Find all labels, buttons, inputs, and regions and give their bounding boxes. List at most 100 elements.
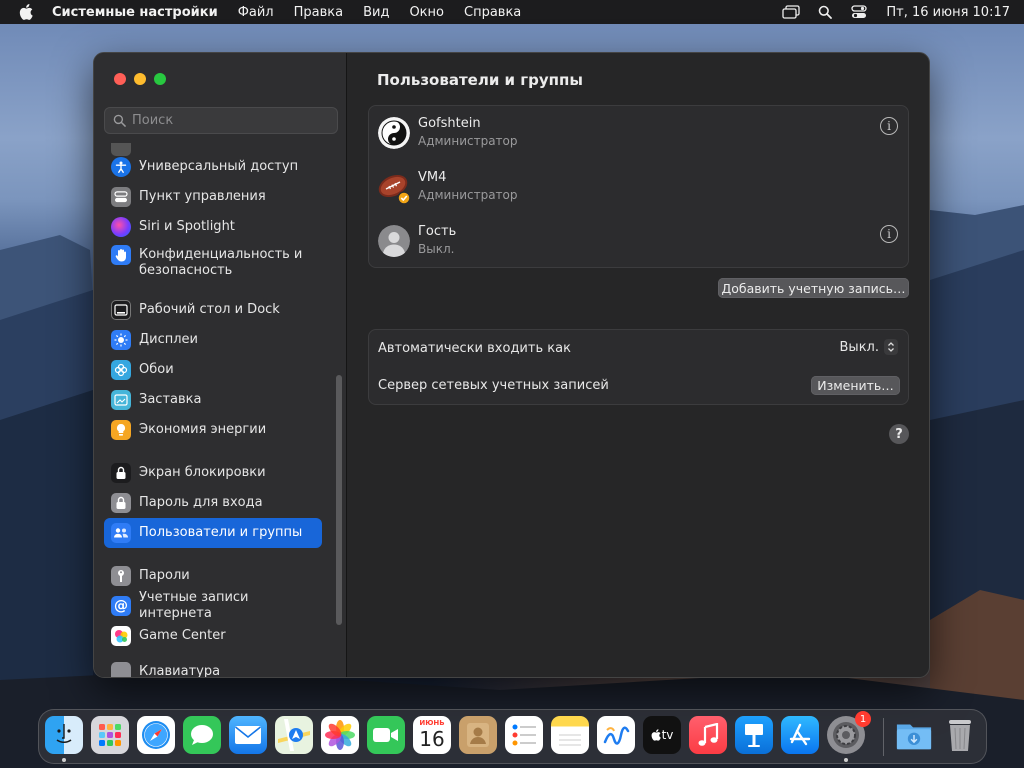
notes-icon[interactable] [551,716,589,754]
dock: ИЮНЬ 16 tv 1 [38,709,987,764]
sidebar-list: Универсальный доступ Пункт управления Si… [94,143,347,677]
help-button[interactable]: ? [889,424,909,444]
flower-icon [111,360,131,380]
mail-icon[interactable] [229,716,267,754]
maps-icon[interactable] [275,716,313,754]
sidebar-item-label: Учетные записи интернета [139,590,249,621]
sidebar-item-internet-accounts[interactable]: @ Учетные записи интернета [104,590,322,621]
edit-button[interactable]: Изменить… [811,376,900,395]
music-icon[interactable] [689,716,727,754]
sidebar-item-label: Экран блокировки [139,465,266,480]
sidebar-item-label: Siri и Spotlight [139,219,235,234]
main-content: Пользователи и группы Gofshtein Админист… [348,53,929,677]
auto-login-popup[interactable]: Выкл. [840,339,898,355]
calendar-month: ИЮНЬ [419,719,445,727]
sidebar-scrollbar[interactable] [336,375,342,625]
user-role: Выкл. [418,242,455,256]
menu-edit[interactable]: Правка [294,5,343,20]
user-row-vm4[interactable]: VM4 Администратор [369,160,908,214]
sidebar-item-keyboard[interactable]: Клавиатура [104,657,322,677]
finder-icon[interactable] [45,716,83,754]
screen-mirroring-icon[interactable] [782,4,801,20]
tv-label: tv [661,728,674,742]
sidebar-item-energy[interactable]: Экономия энергии [104,415,322,445]
search-field[interactable] [104,107,338,134]
sidebar-item-desktop-dock[interactable]: Рабочий стол и Dock [104,295,322,325]
dock-separator [883,718,884,756]
running-indicator [62,758,66,762]
menu-app-name[interactable]: Системные настройки [52,5,218,20]
facetime-icon[interactable] [367,716,405,754]
sidebar: Универсальный доступ Пункт управления Si… [94,53,347,677]
users-icon [111,523,131,543]
sidebar-item-game-center[interactable]: Game Center [104,621,322,651]
user-name: Gofshtein [418,116,481,131]
launchpad-icon[interactable] [91,716,129,754]
appletv-icon[interactable]: tv [643,716,681,754]
calendar-icon[interactable]: ИЮНЬ 16 [413,716,451,754]
sidebar-item-label: Экономия энергии [139,422,267,437]
keyboard-icon [111,662,131,677]
freeform-icon[interactable] [597,716,635,754]
user-name: VM4 [418,170,447,185]
add-account-button[interactable]: Добавить учетную запись… [718,278,909,298]
user-row-guest[interactable]: Гость Выкл. i [369,214,908,268]
siri-icon [111,217,131,237]
sidebar-item-label: Пароли [139,568,190,583]
screensaver-icon [111,390,131,410]
keynote-icon[interactable] [735,716,773,754]
info-icon[interactable]: i [880,225,898,243]
messages-icon[interactable] [183,716,221,754]
sidebar-item-wallpaper[interactable]: Обои [104,355,322,385]
calendar-day: 16 [419,727,445,751]
notification-badge: 1 [855,711,871,727]
users-list: Gofshtein Администратор i VM4 Администра… [368,105,909,268]
sidebar-item-label: Универсальный доступ [139,159,299,174]
sidebar-item-privacy[interactable]: Конфиденциальность и безопасность [104,242,322,284]
page-title: Пользователи и группы [377,71,583,89]
menu-window[interactable]: Окно [409,5,444,20]
auto-login-row: Автоматически входить как Выкл. [369,330,908,366]
apple-menu-icon[interactable] [18,4,34,20]
search-icon[interactable] [816,4,834,20]
hand-icon [111,245,131,265]
contacts-icon[interactable] [459,716,497,754]
bulb-icon [111,420,131,440]
photos-icon[interactable] [321,716,359,754]
control-center-icon [111,187,131,207]
user-row-gofshtein[interactable]: Gofshtein Администратор i [369,106,908,160]
control-center-icon[interactable] [850,4,868,20]
sidebar-item-lock-screen[interactable]: Экран блокировки [104,458,322,488]
sidebar-item-label: Клавиатура [139,664,221,677]
sidebar-item-label: Пароль для входа [139,495,263,510]
info-icon[interactable]: i [880,117,898,135]
minimize-button[interactable] [134,73,146,85]
sidebar-item-screensaver[interactable]: Заставка [104,385,322,415]
sidebar-item-label: Рабочий стол и Dock [139,302,280,317]
menu-clock[interactable]: Пт, 16 июня 10:17 [886,5,1010,20]
close-button[interactable] [114,73,126,85]
sidebar-item-siri[interactable]: Siri и Spotlight [104,212,322,242]
sidebar-item-passwords[interactable]: Пароли [104,561,322,591]
football-avatar [378,171,411,205]
sidebar-item-label: Дисплеи [139,332,199,347]
menu-help[interactable]: Справка [464,5,521,20]
sidebar-item-login-password[interactable]: Пароль для входа [104,488,322,518]
appstore-icon[interactable] [781,716,819,754]
zoom-button[interactable] [154,73,166,85]
menu-view[interactable]: Вид [363,5,389,20]
guest-avatar [378,225,410,257]
downloads-icon[interactable] [895,716,933,754]
sidebar-item-accessibility[interactable]: Универсальный доступ [104,152,322,182]
sidebar-item-displays[interactable]: Дисплеи [104,325,322,355]
sidebar-item-users-groups[interactable]: Пользователи и группы [104,518,322,548]
menu-file[interactable]: Файл [238,5,274,20]
search-input[interactable] [132,113,332,128]
trash-icon[interactable] [941,716,979,754]
sidebar-item-control-center[interactable]: Пункт управления [104,182,322,212]
sidebar-item-label: Заставка [139,392,202,407]
updown-chevron-icon [884,339,898,355]
reminders-icon[interactable] [505,716,543,754]
safari-icon[interactable] [137,716,175,754]
dock-icon [111,300,131,320]
